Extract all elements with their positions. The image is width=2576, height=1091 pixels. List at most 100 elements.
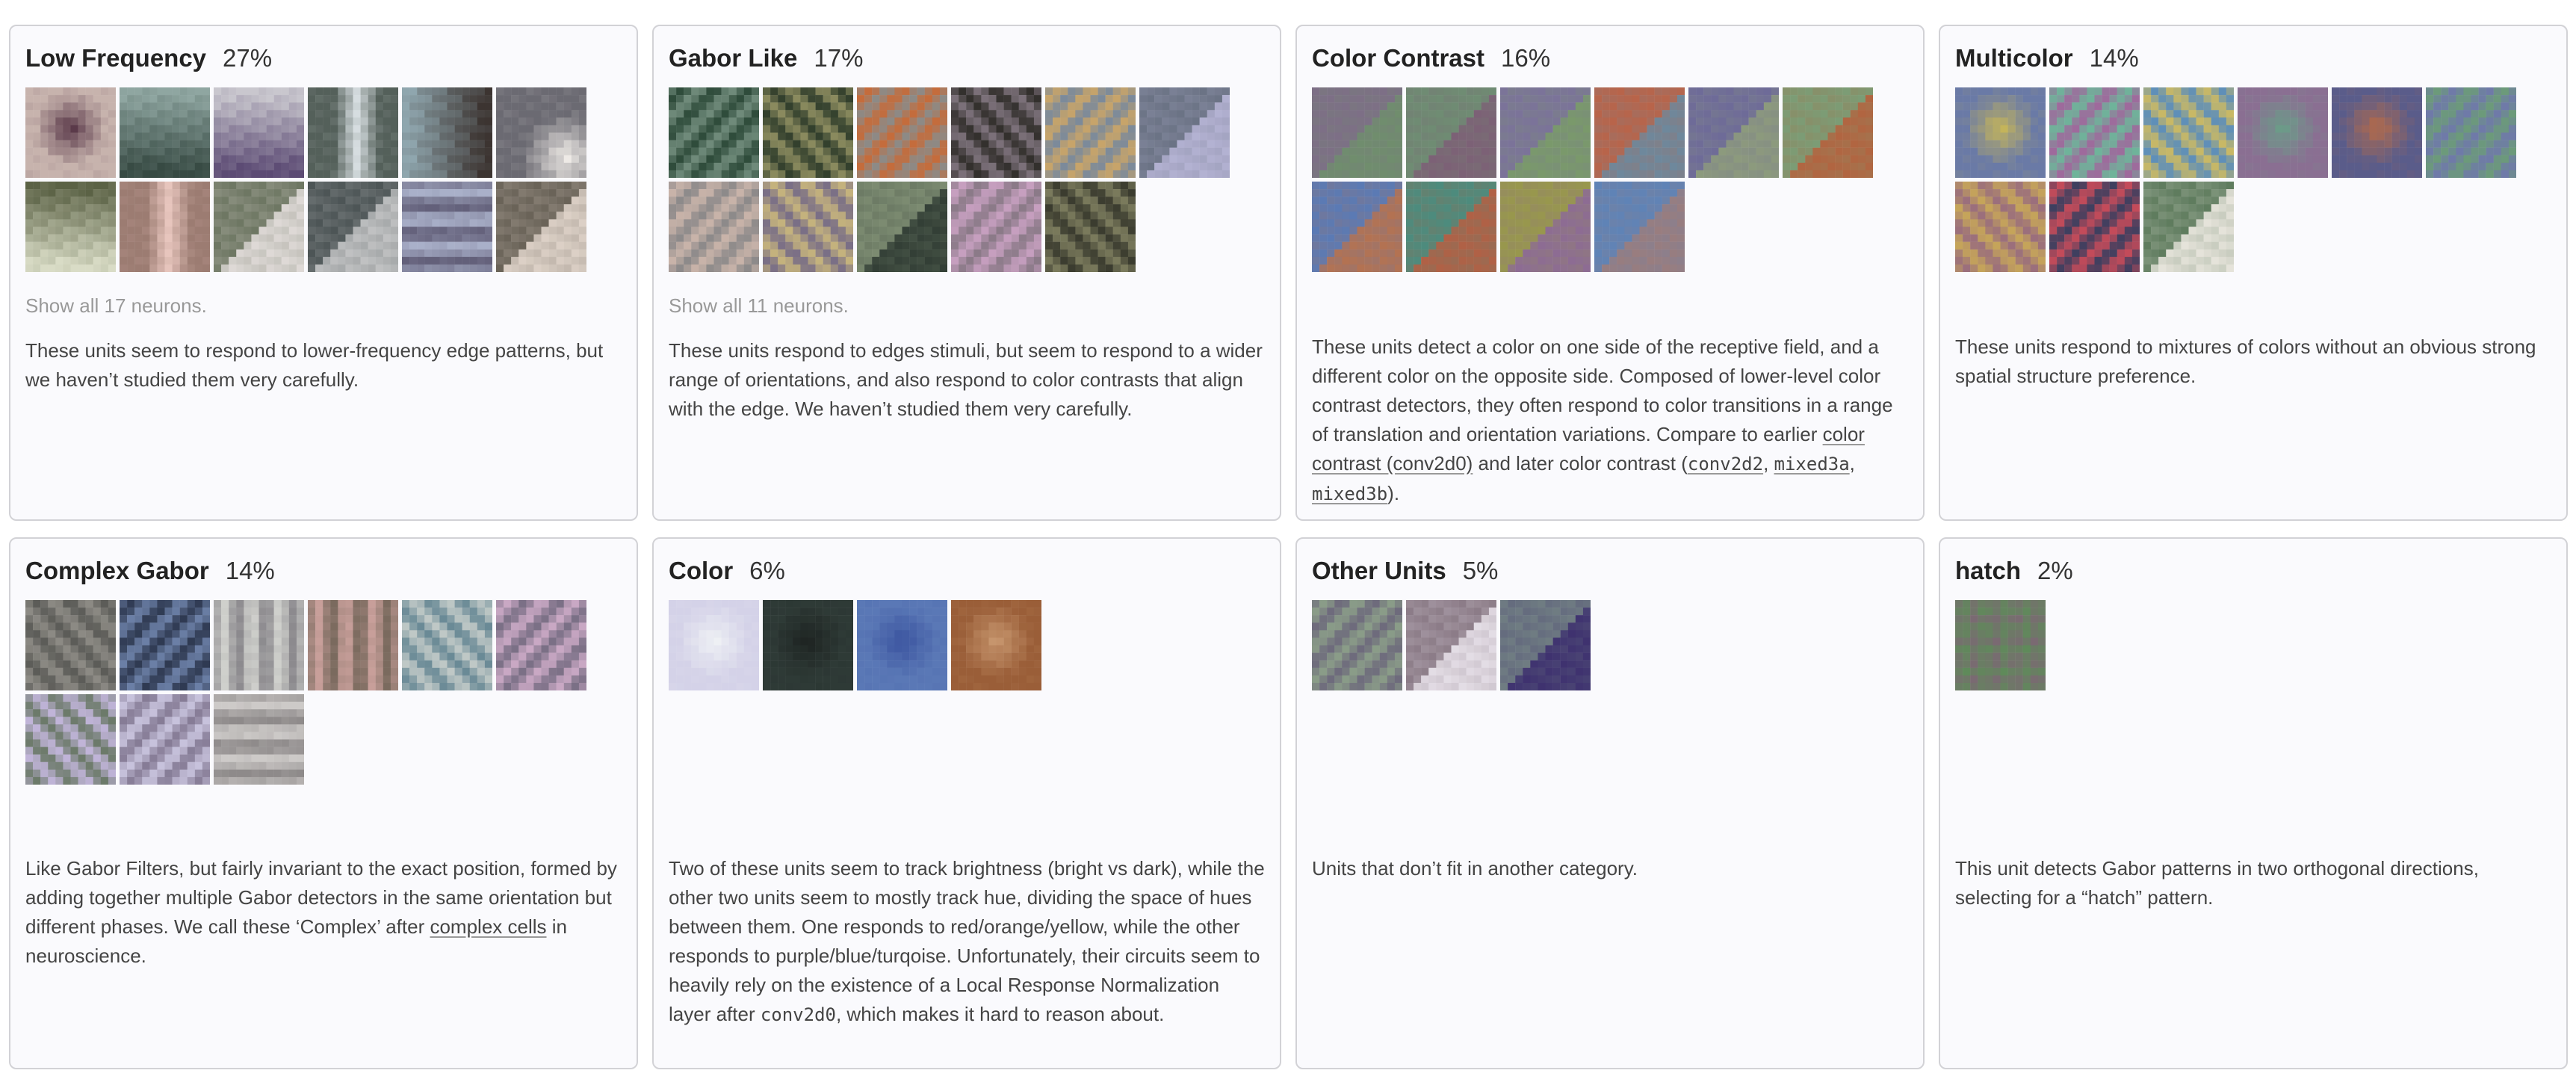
neuron-thumbnail[interactable] (2049, 87, 2140, 178)
neuron-thumbnail[interactable] (1783, 87, 1873, 178)
neuron-thumbnail[interactable] (2143, 182, 2234, 272)
neuron-thumbnail[interactable] (1955, 600, 2046, 690)
neuron-thumbnail[interactable] (1139, 87, 1230, 178)
neuron-thumbnail[interactable] (763, 182, 853, 272)
card-header: Other Units 5% (1312, 557, 1908, 591)
neuron-thumbnails (1312, 87, 1880, 272)
neuron-thumbnail[interactable] (214, 694, 304, 785)
neuron-thumbnail[interactable] (669, 87, 759, 178)
neuron-thumbnail[interactable] (1955, 182, 2046, 272)
neuron-thumbnail[interactable] (1312, 600, 1402, 690)
description-text: , (1849, 452, 1855, 475)
neuron-thumbnail[interactable] (857, 600, 947, 690)
card-percent: 16% (1501, 44, 1551, 72)
neuron-thumbnail[interactable] (120, 600, 210, 690)
family-card-complex-gabor: Complex Gabor 14% Like Gabor Filters, bu… (9, 537, 638, 1069)
card-title: Multicolor (1955, 44, 2073, 72)
neuron-thumbnail[interactable] (2049, 182, 2140, 272)
show-all-neurons-link[interactable]: Show all 17 neurons. (25, 294, 622, 320)
neuron-thumbnail[interactable] (1045, 87, 1136, 178)
neuron-thumbnail[interactable] (2332, 87, 2422, 178)
neuron-thumbnail[interactable] (763, 87, 853, 178)
conv2d0-code: conv2d0 (760, 1004, 836, 1025)
neuron-thumbnail[interactable] (951, 182, 1041, 272)
complex-cells-link[interactable]: complex cells (430, 915, 546, 938)
card-header: Complex Gabor 14% (25, 557, 622, 591)
neuron-thumbnail[interactable] (1955, 87, 2046, 178)
description-text: , which makes it hard to reason about. (835, 1003, 1165, 1025)
family-card-other-units: Other Units 5% Units that don’t fit in a… (1295, 537, 1925, 1069)
mixed3a-link[interactable]: mixed3a (1774, 454, 1850, 475)
neuron-thumbnails (669, 600, 1236, 690)
neuron-thumbnail[interactable] (1312, 182, 1402, 272)
neuron-thumbnail[interactable] (308, 87, 398, 178)
neuron-thumbnail[interactable] (25, 600, 116, 690)
neuron-thumbnail[interactable] (214, 182, 304, 272)
neuron-thumbnail[interactable] (763, 600, 853, 690)
conv2d2-link[interactable]: conv2d2 (1688, 454, 1763, 475)
neuron-thumbnail[interactable] (402, 87, 492, 178)
neuron-thumbnail[interactable] (308, 182, 398, 272)
card-description: These units respond to edges stimuli, bu… (669, 339, 1263, 420)
neuron-thumbnail[interactable] (669, 182, 759, 272)
family-card-color-contrast: Color Contrast 16% These units detect a … (1295, 25, 1925, 521)
neuron-thumbnail[interactable] (308, 600, 398, 690)
card-title: Color (669, 557, 734, 584)
neuron-thumbnail[interactable] (951, 87, 1041, 178)
card-title: Gabor Like (669, 44, 798, 72)
neuron-thumbnail[interactable] (1594, 87, 1685, 178)
card-description: These units respond to mixtures of color… (1955, 336, 2536, 387)
neuron-thumbnail[interactable] (120, 87, 210, 178)
neuron-thumbnail[interactable] (1688, 87, 1779, 178)
neuron-thumbnail[interactable] (857, 182, 947, 272)
neuron-thumbnail[interactable] (1406, 87, 1496, 178)
card-title: Low Frequency (25, 44, 207, 72)
neuron-thumbnails (669, 87, 1236, 272)
neuron-thumbnail[interactable] (214, 87, 304, 178)
neuron-thumbnail[interactable] (25, 694, 116, 785)
card-description: Two of these units seem to track brightn… (669, 854, 1265, 1030)
neuron-thumbnail[interactable] (214, 600, 304, 690)
neuron-thumbnail[interactable] (1500, 182, 1591, 272)
mixed3b-link[interactable]: mixed3b (1312, 483, 1387, 504)
neuron-thumbnail[interactable] (1045, 182, 1136, 272)
card-description: These units detect a color on one side o… (1312, 333, 1908, 509)
description-text: These units detect a color on one side o… (1312, 336, 1893, 445)
neuron-thumbnails (1955, 600, 2523, 690)
card-title: Other Units (1312, 557, 1446, 584)
card-title: Color Contrast (1312, 44, 1484, 72)
neuron-thumbnail[interactable] (1500, 600, 1591, 690)
card-percent: 5% (1462, 557, 1499, 584)
neuron-thumbnail[interactable] (1406, 600, 1496, 690)
neuron-thumbnail[interactable] (496, 87, 586, 178)
card-header: Color Contrast 16% (1312, 44, 1908, 78)
neuron-thumbnail[interactable] (120, 182, 210, 272)
neuron-thumbnail[interactable] (25, 182, 116, 272)
neuron-thumbnail[interactable] (496, 182, 586, 272)
description-text: and later color contrast ( (1473, 452, 1688, 475)
neuron-thumbnail[interactable] (402, 600, 492, 690)
neuron-thumbnail[interactable] (951, 600, 1041, 690)
neuron-thumbnails (1955, 87, 2523, 272)
neuron-thumbnail[interactable] (120, 694, 210, 785)
neuron-thumbnail[interactable] (402, 182, 492, 272)
neuron-thumbnails (25, 87, 593, 272)
card-description: This unit detects Gabor patterns in two … (1955, 857, 2479, 909)
neuron-thumbnail[interactable] (2426, 87, 2516, 178)
card-description: Units that don’t fit in another category… (1312, 857, 1638, 880)
neuron-thumbnail[interactable] (1312, 87, 1402, 178)
card-description: These units seem to respond to lower-fre… (25, 339, 604, 391)
neuron-thumbnail[interactable] (669, 600, 759, 690)
show-all-neurons-link[interactable]: Show all 11 neurons. (669, 294, 1265, 320)
neuron-thumbnail[interactable] (496, 600, 586, 690)
neuron-thumbnail[interactable] (857, 87, 947, 178)
neuron-thumbnail[interactable] (2238, 87, 2328, 178)
neuron-thumbnail[interactable] (2143, 87, 2234, 178)
neuron-thumbnail[interactable] (25, 87, 116, 178)
neuron-thumbnail[interactable] (1406, 182, 1496, 272)
neuron-thumbnail[interactable] (1594, 182, 1685, 272)
description-text: Two of these units seem to track brightn… (669, 857, 1265, 1025)
neuron-thumbnail[interactable] (1500, 87, 1591, 178)
family-card-low-frequency: Low Frequency 27% Show all 17 neurons. T… (9, 25, 638, 521)
card-title: Complex Gabor (25, 557, 209, 584)
